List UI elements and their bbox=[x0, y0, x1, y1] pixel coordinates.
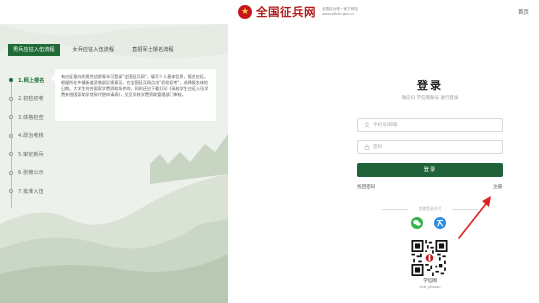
other-login-text: 其他登录方式 bbox=[418, 206, 442, 211]
step-enlistment-approval[interactable]: 7.批准入伍 bbox=[9, 182, 44, 201]
step-label: 5.审定新兵 bbox=[18, 151, 44, 158]
step-dot bbox=[9, 115, 13, 120]
step-dot bbox=[9, 170, 13, 175]
home-link[interactable]: 首页 bbox=[518, 8, 529, 16]
login-title: 登录 bbox=[417, 79, 443, 92]
site-title: 全国征兵网 bbox=[256, 5, 316, 19]
step-physical-exam[interactable]: 3.体格检查 bbox=[9, 108, 44, 127]
register-link[interactable]: 注册 bbox=[493, 184, 502, 190]
step-dot bbox=[9, 78, 13, 83]
step-dot bbox=[9, 96, 13, 101]
step-label: 6.张榜公示 bbox=[18, 170, 44, 177]
password-input[interactable] bbox=[373, 142, 493, 152]
tab-direct-sergeant[interactable]: 直招军士报名流程 bbox=[127, 44, 179, 56]
step-preliminary-check[interactable]: 2.初检初考 bbox=[9, 90, 44, 109]
step-description: 有应征意向的男性适龄青年可登录"全国征兵网"，填写个人基本信息，报名应征。根据所… bbox=[51, 69, 216, 121]
step-online-registration[interactable]: 1.网上报名 bbox=[9, 71, 44, 90]
alt-login-icon[interactable] bbox=[434, 217, 446, 229]
tab-female-enlistment[interactable]: 女兵应征入伍流程 bbox=[68, 44, 120, 56]
forgot-password-link[interactable]: 找回密码 bbox=[357, 184, 375, 190]
tab-male-enlistment[interactable]: 男兵应征入伍流程 bbox=[8, 44, 60, 56]
process-panel: 男兵应征入伍流程 女兵应征入伍流程 直招军士报名流程 1.网上报名 2.初检初考… bbox=[0, 24, 228, 303]
step-recruit-approval[interactable]: 5.审定新兵 bbox=[9, 145, 44, 164]
account-input[interactable] bbox=[373, 120, 493, 130]
user-icon bbox=[364, 122, 370, 128]
step-political-review[interactable]: 4.政治考核 bbox=[9, 127, 44, 146]
step-label: 2.初检初考 bbox=[18, 96, 44, 103]
process-tabs: 男兵应征入伍流程 女兵应征入伍流程 直招军士报名流程 bbox=[8, 44, 187, 56]
step-label: 3.体格检查 bbox=[18, 114, 44, 121]
login-subtitle: 微信扫 学信网账号 进行登录 bbox=[401, 96, 459, 101]
login-button[interactable]: 登录 bbox=[357, 163, 503, 177]
site-logo[interactable]: ★ 全国征兵网 全国征兵唯一官方网站 www.gfbzb.gov.cn bbox=[238, 4, 358, 20]
qr-sublabel: chsi_zhaosu bbox=[419, 285, 441, 289]
annotation-arrow-icon bbox=[458, 196, 491, 239]
wechat-icon[interactable] bbox=[411, 217, 423, 229]
qr-code-image bbox=[411, 240, 448, 276]
qr-label: 学信网 bbox=[423, 279, 437, 284]
step-label: 7.批准入伍 bbox=[18, 188, 44, 195]
lock-icon bbox=[364, 144, 370, 150]
step-public-notice[interactable]: 6.张榜公示 bbox=[9, 164, 44, 183]
national-emblem-icon: ★ bbox=[238, 5, 252, 19]
step-label: 1.网上报名 bbox=[18, 77, 45, 84]
divider-line bbox=[382, 209, 408, 210]
step-dot bbox=[9, 152, 13, 157]
site-header: ★ 全国征兵网 全国征兵唯一官方网站 www.gfbzb.gov.cn 首页 bbox=[0, 0, 539, 24]
site-subtitle: 全国征兵唯一官方网站 www.gfbzb.gov.cn bbox=[322, 7, 358, 17]
account-field[interactable] bbox=[357, 118, 503, 132]
password-field[interactable] bbox=[357, 140, 503, 154]
step-dot bbox=[9, 189, 13, 194]
site-url: www.gfbzb.gov.cn bbox=[322, 12, 355, 16]
step-label: 4.政治考核 bbox=[18, 133, 44, 140]
step-dot bbox=[9, 133, 13, 138]
process-steps: 1.网上报名 2.初检初考 3.体格检查 4.政治考核 5.审定新兵 6.张榜公… bbox=[9, 71, 44, 201]
